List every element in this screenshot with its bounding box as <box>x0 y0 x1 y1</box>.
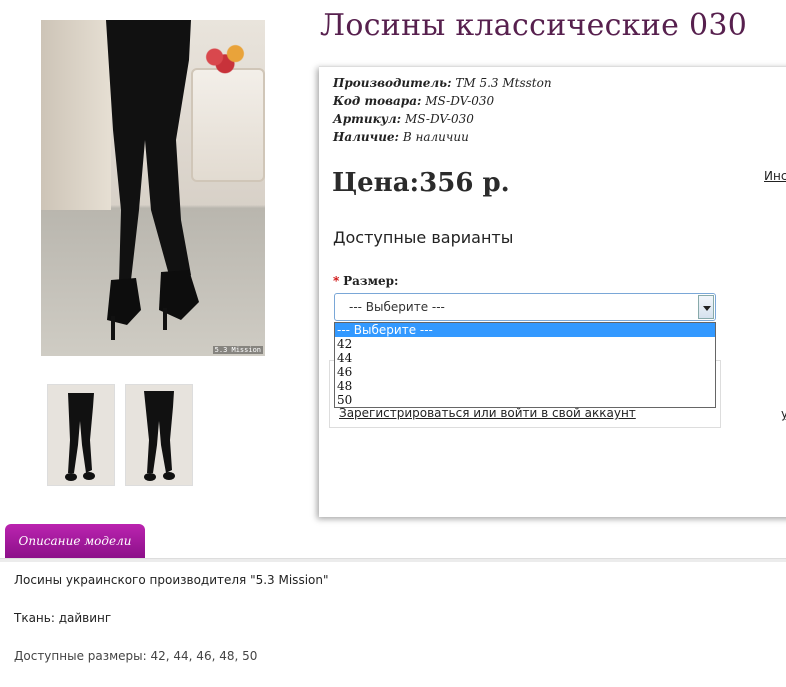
sku-label: Артикул: <box>333 112 402 126</box>
side-mark-link[interactable]: у <box>781 407 786 421</box>
size-option[interactable]: 50 <box>335 393 715 407</box>
description-line-3: Доступные размеры: 42, 44, 46, 48, 50 <box>14 649 258 663</box>
size-select[interactable]: --- Выберите --- <box>334 293 716 321</box>
code-label: Код товара: <box>333 94 422 108</box>
description-line-2: Ткань: дайвинг <box>14 611 112 625</box>
product-main-image[interactable]: 5.3 Mission <box>41 20 265 356</box>
product-thumbnail-2[interactable] <box>125 384 193 486</box>
size-option[interactable]: 48 <box>335 379 715 393</box>
product-title: Лосины классические 030 <box>320 8 748 43</box>
login-link[interactable]: Зарегистрироваться или войти в свой акка… <box>339 406 636 420</box>
size-option[interactable]: --- Выберите --- <box>335 323 715 337</box>
availability-row: Наличие: В наличии <box>333 128 552 146</box>
size-option[interactable]: 44 <box>335 351 715 365</box>
chevron-down-icon[interactable] <box>698 295 714 319</box>
product-thumbnail-1[interactable] <box>47 384 115 486</box>
manufacturer-label: Производитель: <box>333 76 452 90</box>
size-label-text: Размер: <box>343 274 399 288</box>
description-line-1: Лосины украинского производителя "5.3 Mi… <box>14 573 329 587</box>
product-price: Цена:356 р. <box>332 168 510 198</box>
code-row: Код товара: MS-DV-030 <box>333 92 552 110</box>
required-marker: * <box>333 274 340 288</box>
image-watermark: 5.3 Mission <box>212 346 263 354</box>
size-label: * Размер: <box>333 274 398 288</box>
thumbnail-leggings-front <box>48 385 114 485</box>
options-title: Доступные варианты <box>333 228 514 247</box>
tab-description[interactable]: Описание модели <box>5 524 145 558</box>
size-option[interactable]: 42 <box>335 337 715 351</box>
side-link[interactable]: Инс <box>764 169 786 183</box>
thumbnail-leggings-back <box>126 385 192 485</box>
manufacturer-row: Производитель: ТМ 5.3 Mtsston <box>333 74 552 92</box>
leggings-illustration <box>106 20 199 340</box>
availability-value: В наличии <box>402 130 469 144</box>
sku-value: MS-DV-030 <box>404 112 474 126</box>
manufacturer-value: ТМ 5.3 Mtsston <box>455 76 552 90</box>
availability-label: Наличие: <box>333 130 399 144</box>
code-value: MS-DV-030 <box>425 94 495 108</box>
size-dropdown-list: --- Выберите --- 42 44 46 48 50 <box>334 322 716 408</box>
tab-divider <box>0 558 786 562</box>
size-option[interactable]: 46 <box>335 365 715 379</box>
product-meta: Производитель: ТМ 5.3 Mtsston Код товара… <box>333 74 552 146</box>
size-select-value: --- Выберите --- <box>349 300 445 314</box>
sku-row: Артикул: MS-DV-030 <box>333 110 552 128</box>
